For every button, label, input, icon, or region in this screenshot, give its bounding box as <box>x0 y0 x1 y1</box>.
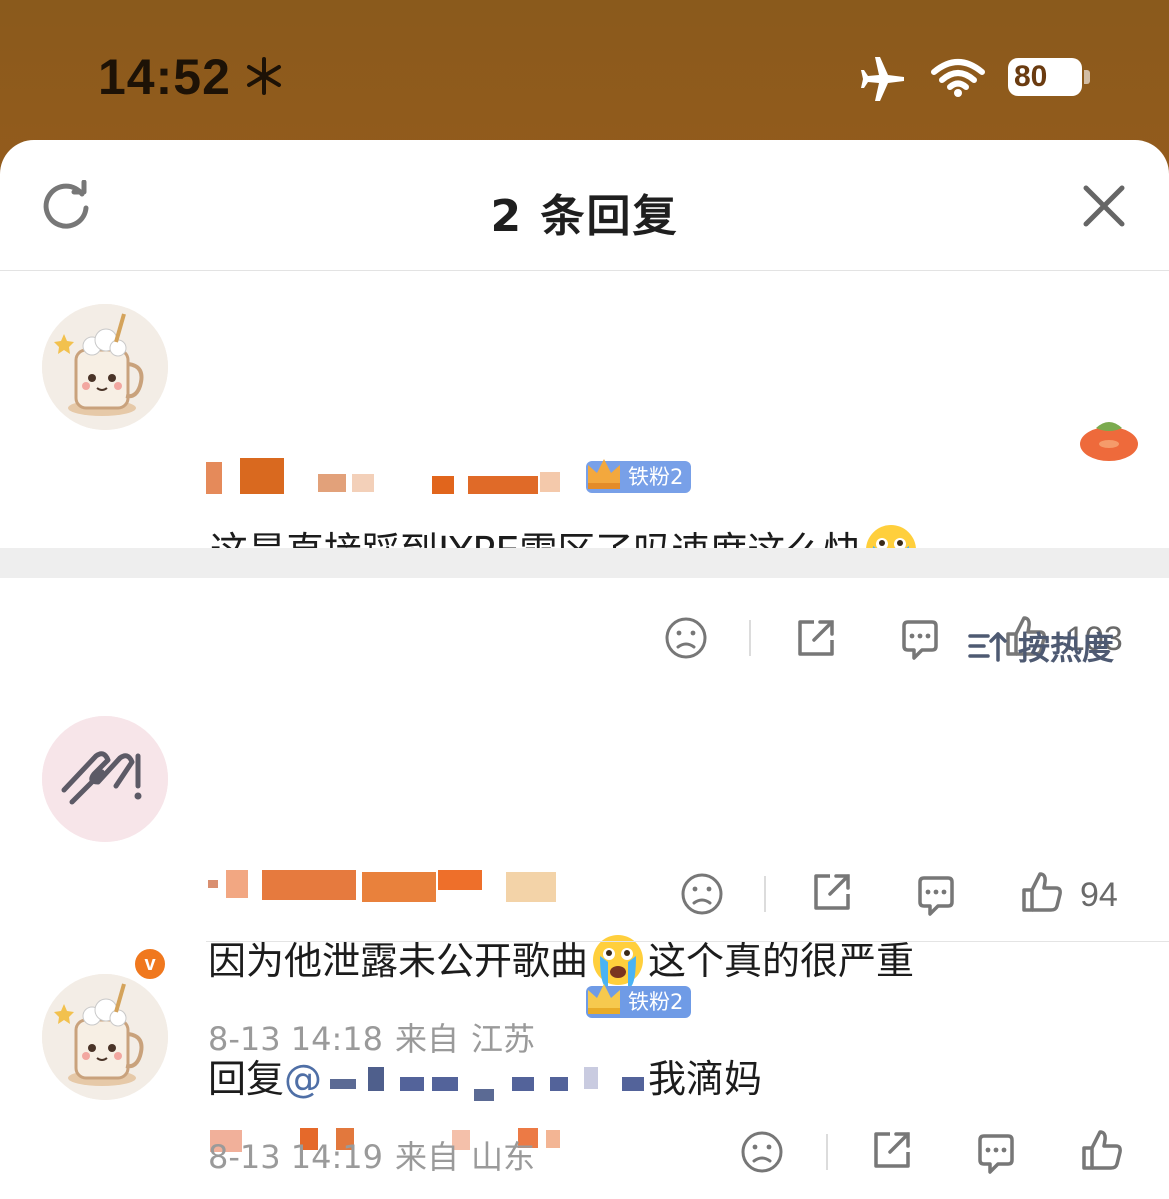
fan-level-text: 铁粉2 <box>628 990 684 1014</box>
verified-badge: v <box>132 946 168 982</box>
action-divider <box>826 1134 828 1170</box>
share-icon[interactable] <box>794 616 838 660</box>
persimmon-sticker-icon <box>1080 422 1138 461</box>
mention-redacted <box>322 1063 648 1101</box>
battery-indicator: 80 <box>1008 58 1082 96</box>
snowflake-icon <box>247 57 281 95</box>
action-divider <box>764 876 766 912</box>
username-redacted <box>206 458 566 498</box>
airplane-mode-icon <box>861 57 904 101</box>
sort-toggle[interactable]: 按热度 <box>968 624 1114 668</box>
sad-face-icon[interactable] <box>740 1130 784 1174</box>
sheet-title: 2 条回复 <box>490 191 679 242</box>
section-gap <box>0 548 1169 578</box>
battery-level: 80 <box>1014 60 1048 93</box>
cup-avatar-icon <box>42 974 168 1100</box>
wifi-icon <box>931 59 985 97</box>
reply-prefix: 回复 <box>208 1057 285 1101</box>
comment-from: 来自 <box>395 1138 460 1176</box>
mention-at: @ <box>284 1057 323 1101</box>
like-count: 94 <box>1080 876 1118 914</box>
username-redacted <box>206 866 566 906</box>
comment-icon[interactable] <box>898 618 942 662</box>
comment-text: 回复@ 我滴妈 <box>208 1048 762 1103</box>
share-icon[interactable] <box>810 870 854 914</box>
sort-icon <box>968 632 1007 662</box>
sm-logo-avatar-icon <box>42 716 168 842</box>
action-divider <box>749 620 751 656</box>
comment-icon[interactable] <box>914 874 958 918</box>
replies-sheet: 2 条回复 铁粉2 103 按热度 v 因为他泄露未公开歌曲 这个真的很严重 8… <box>0 140 1169 1199</box>
cup-avatar-icon <box>42 304 168 430</box>
reply-divider <box>206 941 1169 942</box>
avatar[interactable] <box>42 974 168 1100</box>
comment-location: 山东 <box>471 1138 536 1176</box>
crown-icon <box>588 984 620 1014</box>
fan-level-text: 铁粉2 <box>628 465 684 489</box>
comment-date: 8-13 14:19 <box>208 1138 384 1176</box>
thumbs-up-icon[interactable] <box>1020 870 1064 914</box>
close-icon[interactable] <box>1082 184 1126 228</box>
mention-link[interactable]: @ <box>284 1057 648 1101</box>
share-icon[interactable] <box>870 1128 914 1172</box>
battery-cap <box>1084 70 1090 84</box>
sheet-header: 2 条回复 <box>0 140 1169 271</box>
fan-level-badge: 铁粉2 <box>586 459 692 493</box>
sad-face-icon[interactable] <box>680 872 724 916</box>
comment-text: 因为他泄露未公开歌曲 这个真的很严重 <box>208 930 914 988</box>
comment-body: 我滴妈 <box>648 1057 763 1101</box>
thumbs-up-icon[interactable] <box>1080 1128 1124 1172</box>
status-time: 14:52 <box>98 49 231 105</box>
avatar[interactable] <box>42 304 168 430</box>
avatar[interactable] <box>42 716 168 842</box>
sort-label: 按热度 <box>1018 629 1115 667</box>
comment-body-part2: 这个真的很严重 <box>648 939 915 983</box>
comment-body-part1: 因为他泄露未公开歌曲 <box>208 939 589 983</box>
crown-icon <box>588 459 620 489</box>
comment-meta: 8-13 14:19 来自 山东 <box>208 1132 547 1178</box>
comment-icon[interactable] <box>974 1132 1018 1176</box>
sad-face-icon[interactable] <box>664 616 708 660</box>
fan-level-badge: 铁粉2 <box>586 984 692 1018</box>
status-bar: 14:52 80 <box>0 0 1169 150</box>
